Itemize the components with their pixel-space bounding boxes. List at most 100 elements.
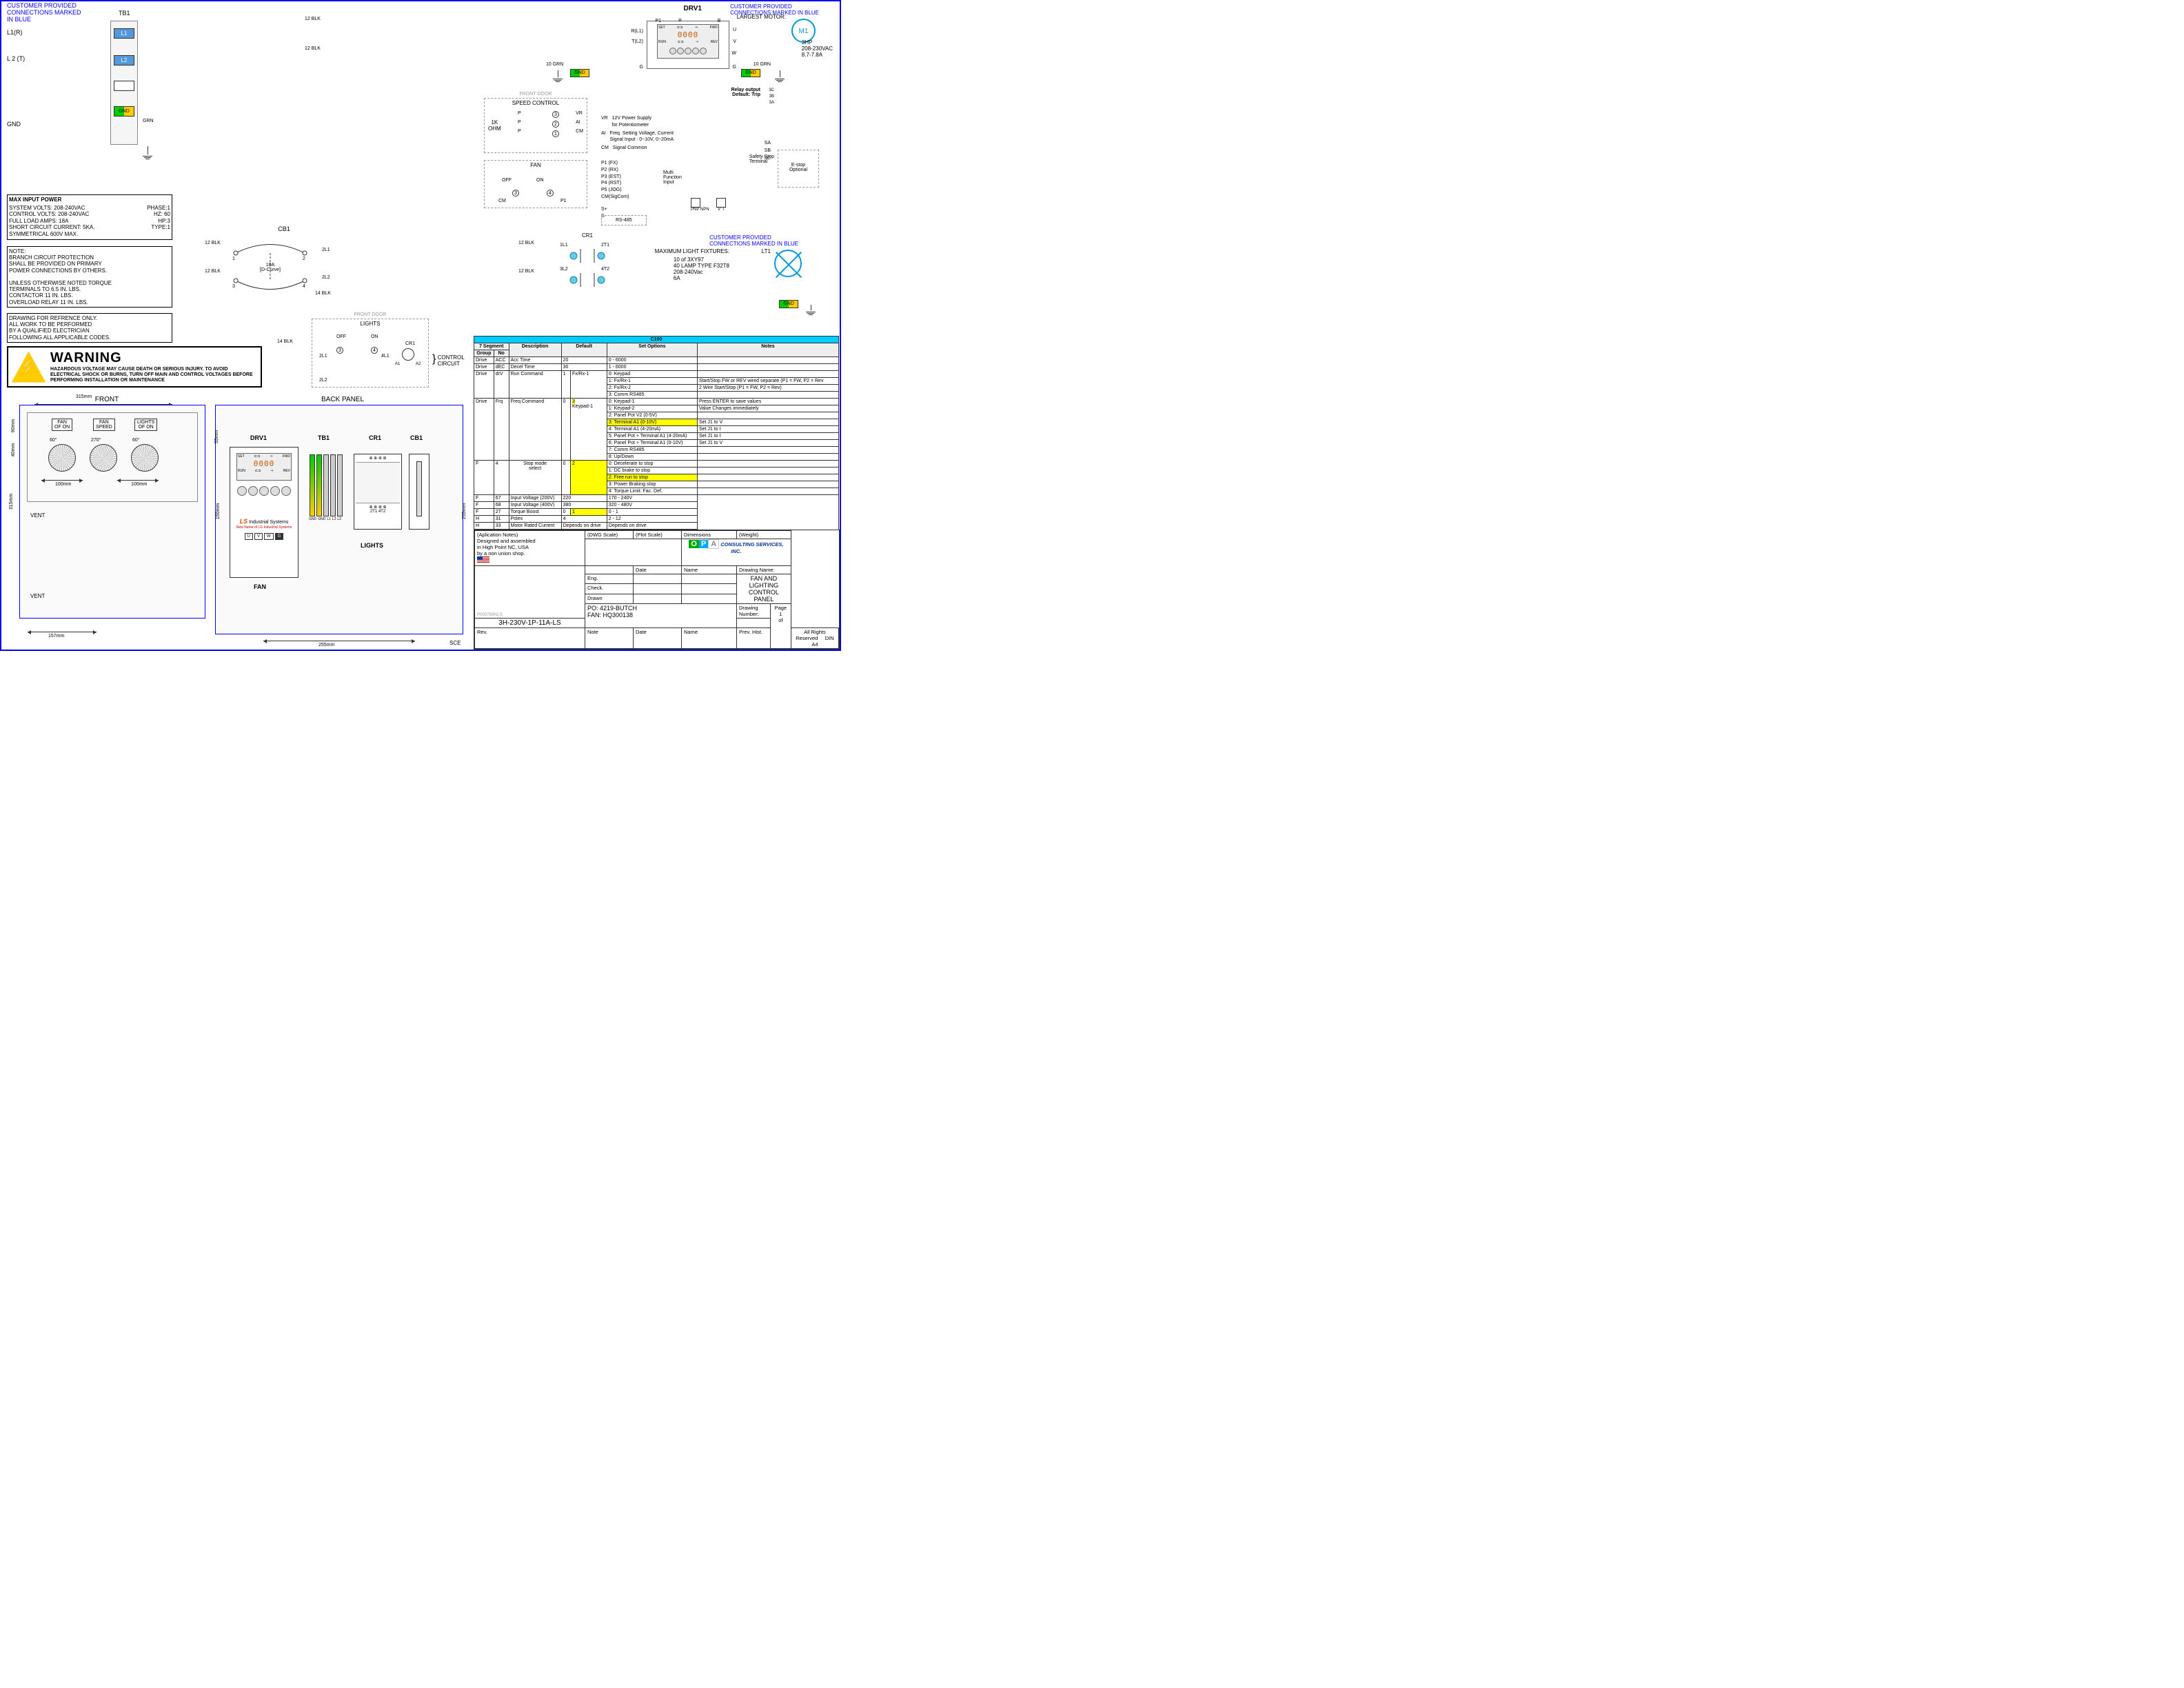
fan-back-label: FAN: [254, 583, 266, 590]
gnd-box-drv-left: GND: [570, 67, 589, 79]
front-door-lbl-1: FRONT DOOR: [485, 92, 587, 97]
tb1-back-label: TB1: [318, 434, 330, 441]
drv-btn-2[interactable]: [248, 486, 258, 496]
dim-255v: 255mm: [462, 503, 467, 519]
drv-btn-5[interactable]: [281, 486, 291, 496]
gnd-sym-lt1: [806, 305, 816, 317]
wire-12blk-1: 12 BLK: [305, 17, 321, 21]
us-flag-icon: [477, 556, 489, 563]
terminal-fuse: [114, 81, 134, 91]
gnd-sym-drv-l: [553, 70, 563, 84]
drv-btn-3[interactable]: [259, 486, 269, 496]
cust-note-lt: CUSTOMER PROVIDED CONNECTIONS MARKED IN …: [709, 234, 798, 247]
light-fixture-lt1: [774, 250, 802, 277]
drv-rl1: R(L1): [631, 29, 643, 34]
customer-note-top: CUSTOMER PROVIDED CONNECTIONS MARKED IN …: [7, 3, 81, 23]
cr1-coil-icon: [402, 348, 414, 361]
cb1-label: CB1: [208, 225, 360, 232]
warning-text: HAZARDOUS VOLTAGE MAY CAUSE DEATH OR SER…: [50, 367, 259, 383]
vent-label-2: VENT: [30, 593, 45, 599]
speed-p3: P: [518, 129, 521, 134]
wire-12blk-cr1: 12 BLK: [518, 241, 534, 245]
front-inner-panel: FAN OF ON FAN SPEED LIGHTS OF ON 60° 270…: [27, 412, 198, 502]
lights-off: OFF: [336, 334, 346, 339]
drv-btn-1[interactable]: [237, 486, 247, 496]
fan-speed-dial[interactable]: [90, 444, 117, 472]
gnd-symbol-tb1: [143, 146, 152, 161]
wire-10grn-2: 10 GRN: [754, 62, 771, 67]
vent-label-1: VENT: [30, 512, 45, 519]
gnd-sym-drv-r: [775, 70, 785, 84]
back-title: BACK PANEL: [215, 396, 470, 403]
lights-4l1: 4L1: [381, 354, 390, 359]
warning-triangle-icon: ⚡: [10, 350, 48, 384]
ls-logo: LS Industrial SystemsNew Name of LG Indu…: [230, 518, 298, 530]
front-panel: FRONT 315mm 315mm 90mm 40mm FAN OF ON FA…: [7, 396, 207, 637]
lights-on: ON: [371, 334, 378, 339]
fan-speed-label: FAN SPEED: [93, 419, 115, 431]
note-box: NOTE: BRANCH CIRCUIT PROTECTION SHALL BE…: [7, 246, 172, 308]
grn-label: GRN: [143, 119, 154, 123]
dim-157: 157mm: [48, 634, 64, 639]
wire-12blk-cb1: 12 BLK: [205, 241, 221, 245]
dim-315v: 315mm: [9, 494, 14, 510]
speed-control-box: FRONT DOOR SPEED CONTROL 1K OHM P P P 3 …: [484, 98, 587, 153]
fan-on: ON: [536, 178, 544, 183]
dim-100-2: 100mm: [131, 482, 147, 487]
fan-p1: P1: [560, 199, 567, 203]
set-lbl: SET: [238, 454, 245, 459]
reference-box: DRAWING FOR REFRENCE ONLY. ALL WORK TO B…: [7, 313, 172, 343]
lights-control-box: FRONT DOOR LIGHTS OFF ON 2L1 4L1 2L2 3 4…: [312, 319, 429, 388]
dial-60-2: 60°: [132, 438, 140, 443]
wire-10grn-1: 10 GRN: [546, 62, 563, 67]
drv-unit: SET⊏⊐⇒FWD 0000 RUN⊏⊐⇒REV LS Industrial S…: [230, 447, 299, 578]
fan-cm: CM: [498, 199, 506, 203]
drv-g-left: G: [640, 65, 643, 70]
dial-270: 270°: [91, 438, 101, 443]
gnd-box-lt1: GND: [779, 298, 798, 310]
cb1-back-label: CB1: [410, 434, 423, 441]
lights-2l2: 2L2: [319, 378, 327, 383]
drv-terminal-list: VR 12V Power Supply for Potentiometer AI…: [601, 115, 674, 219]
lights-a2: A2: [416, 362, 421, 366]
fan-switch-box: FAN OFF ON CM P1 3 4: [484, 160, 587, 208]
fan-on-off-label: FAN OF ON: [52, 419, 72, 431]
terminal-l1: L1: [114, 28, 134, 39]
drv1-main-label: DRV1: [684, 5, 702, 12]
cr1-back-block: ⊕ ⊕ ⊕ ⊕ ⊕ ⊕ ⊕ ⊕ 2T1 4T2: [354, 454, 402, 530]
title-block: (Aplication Notes) Designed and assemble…: [474, 530, 840, 650]
lightning-bolt-icon: ⚡: [19, 357, 39, 377]
control-circuit-label: } CONTROL CIRCUIT: [432, 353, 465, 367]
pnp-npn-jumper: PNP NPN V I: [691, 198, 726, 212]
estop-box: E-stop Optional: [778, 150, 819, 188]
motor-spec: 3HP 208-230VAC 8.7-7.8A: [802, 39, 833, 58]
warning-title: WARNING: [50, 350, 259, 366]
dial-60-1: 60°: [50, 438, 57, 443]
run-lbl: RUN: [238, 469, 245, 473]
dim-55: 55mm: [214, 430, 219, 443]
wire-12blk-2: 12 BLK: [305, 46, 321, 51]
dim-40: 40mm: [11, 443, 16, 456]
cr1-back-label: CR1: [369, 434, 381, 441]
multi-function-label: Multi Function Input: [663, 170, 682, 185]
dim-255: 255mm: [318, 643, 334, 647]
dim-100-1: 100mm: [55, 482, 71, 487]
safety-stop-label: Safety Stop Terminal: [749, 154, 774, 164]
rs485-box: RS-485: [601, 215, 647, 225]
light-spec: 10 of 3XY97 40 LAMP TYPE F32T8 208-240Va…: [674, 257, 729, 281]
power-title: MAX INPUT POWER: [9, 197, 170, 203]
sce-label: SCE: [449, 640, 461, 646]
lights-terms: 2T1 4T2: [354, 510, 401, 514]
cb1-rating: 10A [D-Curve]: [260, 263, 281, 272]
lights-switch-dial[interactable]: [131, 444, 159, 472]
input-labels: L1(R) L 2 (T) GND: [7, 26, 25, 147]
cr1-area: CR1 1L1 2T1 3L2 4T2: [560, 232, 615, 295]
drv-btn-4[interactable]: [270, 486, 280, 496]
wire-12blk-cb2: 12 BLK: [205, 269, 221, 274]
dim-90: 90mm: [11, 419, 16, 432]
relay-terms: 3C3B3A: [769, 88, 774, 106]
lights-2l1: 2L1: [319, 354, 327, 359]
opa-logo: OPA: [689, 539, 719, 549]
lights-back-label: LIGHTS: [361, 542, 383, 549]
fan-switch-dial[interactable]: [48, 444, 76, 472]
